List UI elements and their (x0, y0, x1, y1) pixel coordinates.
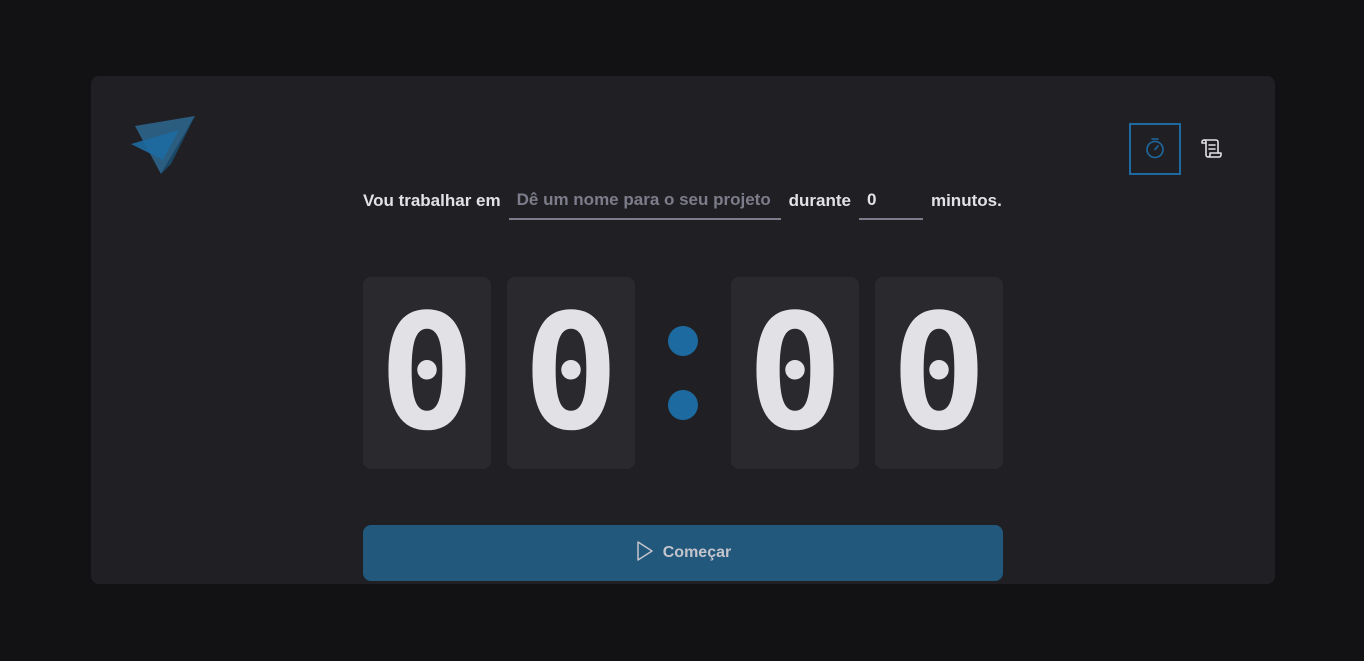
timer-card: Vou trabalhar em durante minutos. 0 0 0 … (91, 76, 1275, 584)
countdown-separator (635, 277, 731, 469)
start-button-label: Começar (662, 544, 732, 561)
paper-plane-logo-icon (131, 116, 195, 176)
separator-dot-top (668, 326, 698, 356)
main-nav (1129, 123, 1237, 175)
nav-timer-button[interactable] (1129, 123, 1181, 175)
nav-history-button[interactable] (1185, 123, 1237, 175)
project-name-input[interactable] (508, 182, 781, 220)
countdown-display: 0 0 0 0 (363, 277, 1003, 469)
separator-dot-bottom (668, 390, 698, 420)
minutes-tens-digit: 0 (363, 277, 491, 469)
minutes-input[interactable] (858, 182, 923, 220)
minutes-ones-digit: 0 (507, 277, 635, 469)
play-icon (635, 540, 655, 567)
task-form: Vou trabalhar em durante minutos. (363, 182, 1003, 220)
minutes-suffix-label: minutos. (930, 191, 1002, 210)
duration-label: durante (788, 191, 851, 210)
task-prefix-label: Vou trabalhar em (363, 191, 501, 210)
start-button[interactable]: Começar (363, 525, 1003, 581)
timer-icon (1143, 136, 1167, 163)
seconds-ones-digit: 0 (875, 277, 1003, 469)
scroll-icon (1199, 136, 1223, 163)
seconds-tens-digit: 0 (731, 277, 859, 469)
